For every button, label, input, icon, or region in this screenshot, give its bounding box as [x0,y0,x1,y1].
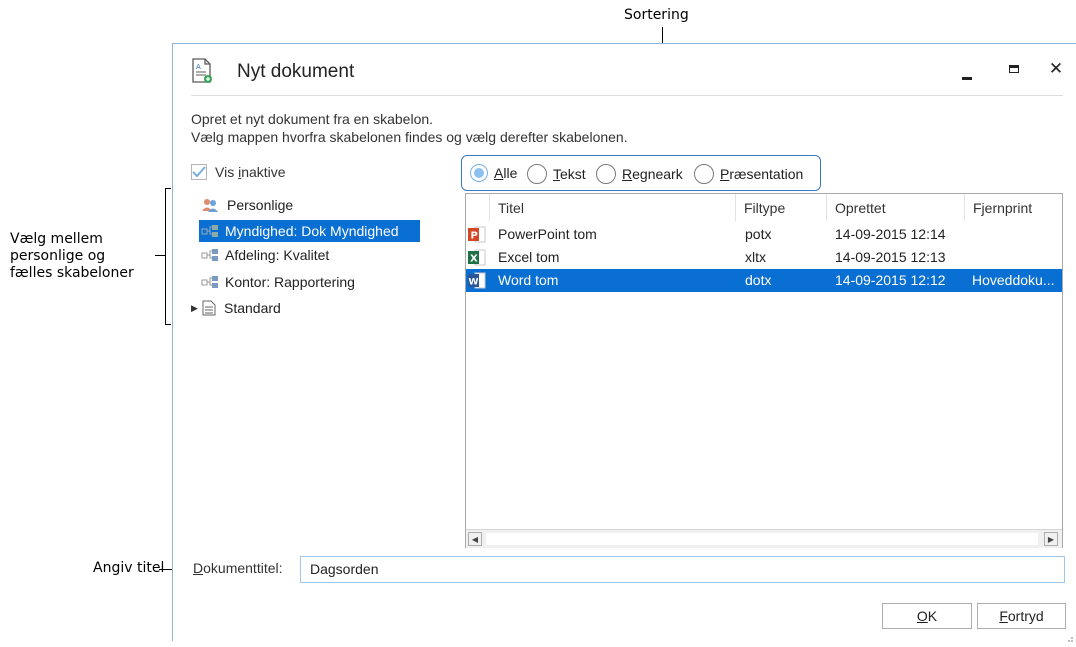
excel-icon: X [468,249,486,266]
shared-folder-icon [201,247,219,263]
filter-regneark-label: Regneark [622,166,683,182]
radio-tekst[interactable] [527,164,547,184]
tree-item-myndighed[interactable]: Myndighed: Dok Myndighed [199,220,420,242]
table-row[interactable]: W Word tom dotx 14-09-2015 12:12 Hoveddo… [466,269,1062,292]
radio-regneark[interactable] [596,164,616,184]
horizontal-scrollbar[interactable]: ◀ ▶ [466,529,1062,548]
filter-praesentation[interactable]: Præsentation [694,164,803,184]
maximize-icon [1009,65,1019,73]
svg-text:P: P [471,231,478,242]
close-button[interactable]: ✕ [1041,54,1071,84]
filter-regneark[interactable]: Regneark [596,164,683,184]
instructions-line2: Vælg mappen hvorfra skabelonen findes og… [191,129,628,145]
shared-folder-icon [201,274,219,290]
column-header-titel[interactable]: Titel [490,194,736,221]
cell-fjernprint: Hoveddoku... [972,272,1055,288]
show-inactive-label: Vis inaktive [215,164,286,180]
scroll-right-icon[interactable]: ▶ [1044,532,1058,546]
filter-alle-label: Alle [494,165,518,181]
table-row[interactable]: P PowerPoint tom potx 14-09-2015 12:14 [466,223,1062,246]
tree-item-personlige[interactable]: Personlige [199,194,419,216]
column-header-oprettet[interactable]: Oprettet [827,194,965,221]
template-grid[interactable]: Titel Filtype Oprettet Fjernprint P Powe… [465,193,1063,548]
filter-tekst-label: Tekst [553,166,586,182]
checkbox-box[interactable] [191,164,207,180]
callout-vaelg: Vælg mellem personlige og fælles skabelo… [10,231,134,282]
tree-item-afdeling[interactable]: Afdeling: Kvalitet [199,244,419,266]
tree-item-label: Personlige [227,197,294,213]
instructions: Opret et nyt dokument fra en skabelon. V… [191,110,628,146]
filter-tekst[interactable]: Tekst [527,164,586,184]
cell-filtype: potx [745,226,772,242]
document-title-value: Dagsorden [310,561,379,577]
app-icon: A [191,58,213,88]
title-divider [191,95,1063,96]
callout-sortering: Sortering [624,7,689,23]
maximize-button[interactable] [999,54,1029,84]
dialog-title: Nyt dokument [237,61,355,82]
column-header-fjernprint[interactable]: Fjernprint [965,194,1062,221]
resize-grip-icon[interactable] [1064,628,1074,642]
cell-filtype: dotx [745,272,772,288]
tree-item-label: Kontor: Rapportering [225,274,355,290]
cell-filtype: xltx [745,249,766,265]
callout-angiv: Angiv titel [93,560,165,576]
callout-vaelg-connector [155,255,165,256]
cell-oprettet: 14-09-2015 12:14 [835,226,946,242]
cancel-button[interactable]: Fortryd [977,603,1066,629]
filter-alle[interactable]: Alle [470,164,517,182]
cell-titel: PowerPoint tom [498,226,597,242]
cell-titel: Excel tom [498,249,560,265]
cell-oprettet: 14-09-2015 12:12 [835,272,946,288]
callout-vaelg-line2: personlige og [10,248,106,264]
show-inactive-checkbox[interactable]: Vis inaktive [191,164,286,180]
cell-titel: Word tom [498,272,559,288]
svg-text:A: A [196,63,201,71]
document-title-label: Dokumenttitel: [193,560,283,576]
svg-text:X: X [470,254,478,265]
powerpoint-icon: P [468,226,486,243]
svg-text:W: W [469,278,479,288]
cell-oprettet: 14-09-2015 12:13 [835,249,946,265]
callout-vaelg-line3: fælles skabeloner [10,265,134,281]
cell-fjernprint [972,223,1060,246]
callout-vaelg-bracket [165,188,171,325]
tree-item-label: Myndighed: Dok Myndighed [225,223,399,239]
word-icon: W [468,272,486,289]
ok-button[interactable]: OK [882,603,972,629]
cancel-label: Fortryd [999,608,1044,624]
radio-alle[interactable] [470,164,488,182]
tree-item-label: Afdeling: Kvalitet [225,247,330,263]
radio-praesentation[interactable] [694,164,714,184]
document-icon [202,300,216,316]
expand-arrow-icon[interactable]: ▶ [191,303,201,314]
column-header-icon[interactable] [466,194,490,221]
tree-item-kontor[interactable]: Kontor: Rapportering [199,271,419,293]
person-group-icon [201,197,219,213]
filter-praesentation-label: Præsentation [720,166,804,182]
scroll-thumb[interactable] [486,533,1038,545]
ok-label: OK [916,608,938,624]
minimize-button[interactable] [952,57,982,87]
close-icon: ✕ [1048,59,1064,79]
tree-item-standard[interactable]: ▶ Standard [191,297,411,319]
scroll-left-icon[interactable]: ◀ [468,532,482,546]
column-header-filtype[interactable]: Filtype [736,194,827,221]
minimize-icon [962,76,972,80]
callout-vaelg-line1: Vælg mellem [10,231,103,247]
document-title-input[interactable]: Dagsorden [300,556,1065,583]
checkmark-icon [192,166,206,178]
shared-folder-icon [201,223,219,239]
cell-fjernprint [972,246,1060,269]
tree-item-label: Standard [224,300,281,316]
table-row[interactable]: X Excel tom xltx 14-09-2015 12:13 [466,246,1062,269]
instructions-line1: Opret et nyt dokument fra en skabelon. [191,111,434,127]
